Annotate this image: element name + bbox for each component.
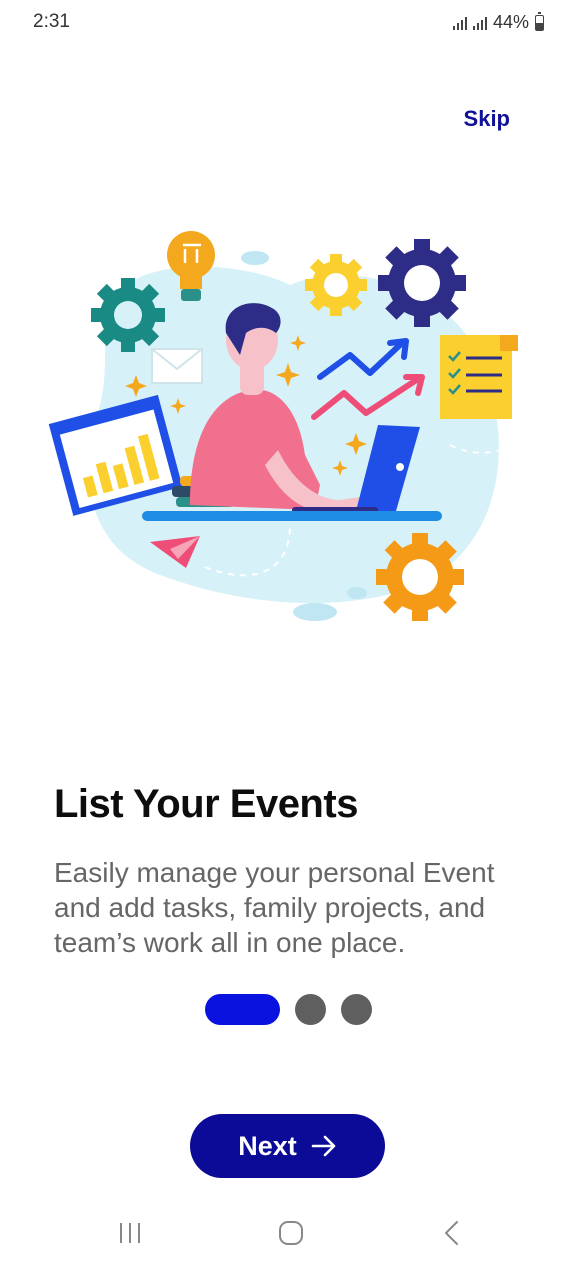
status-time: 2:31 <box>33 11 70 32</box>
battery-percent: 44% <box>492 12 529 32</box>
battery-icon <box>535 11 544 31</box>
gear-icon-yellow <box>305 254 367 316</box>
next-button-label: Next <box>238 1130 297 1161</box>
page-indicator <box>205 994 372 1025</box>
page-indicator-dot-active[interactable] <box>205 994 280 1025</box>
next-button[interactable]: Next <box>190 1114 385 1178</box>
onboarding-title: List Your Events <box>54 782 358 826</box>
recent-apps-icon[interactable] <box>118 1220 142 1251</box>
back-icon[interactable] <box>442 1220 462 1251</box>
signal-icon <box>472 16 487 30</box>
system-nav-bar <box>0 1200 576 1280</box>
status-bar: 2:31 44% <box>0 0 576 48</box>
page-indicator-dot[interactable] <box>295 994 326 1025</box>
onboarding-illustration <box>48 231 518 621</box>
signal-icon <box>452 16 467 30</box>
checklist-icon <box>440 335 518 419</box>
page-indicator-dot[interactable] <box>341 994 372 1025</box>
skip-button[interactable]: Skip <box>464 106 510 132</box>
status-icons: 44% <box>452 11 544 33</box>
desk <box>142 511 442 521</box>
gear-icon-teal <box>91 278 165 352</box>
onboarding-description: Easily manage your personal Event and ad… <box>54 857 495 958</box>
home-icon[interactable] <box>278 1220 304 1251</box>
arrow-right-icon <box>311 1135 336 1157</box>
envelope-icon <box>151 348 203 384</box>
gear-icon-orange <box>376 533 464 621</box>
gear-icon-navy <box>378 239 466 327</box>
